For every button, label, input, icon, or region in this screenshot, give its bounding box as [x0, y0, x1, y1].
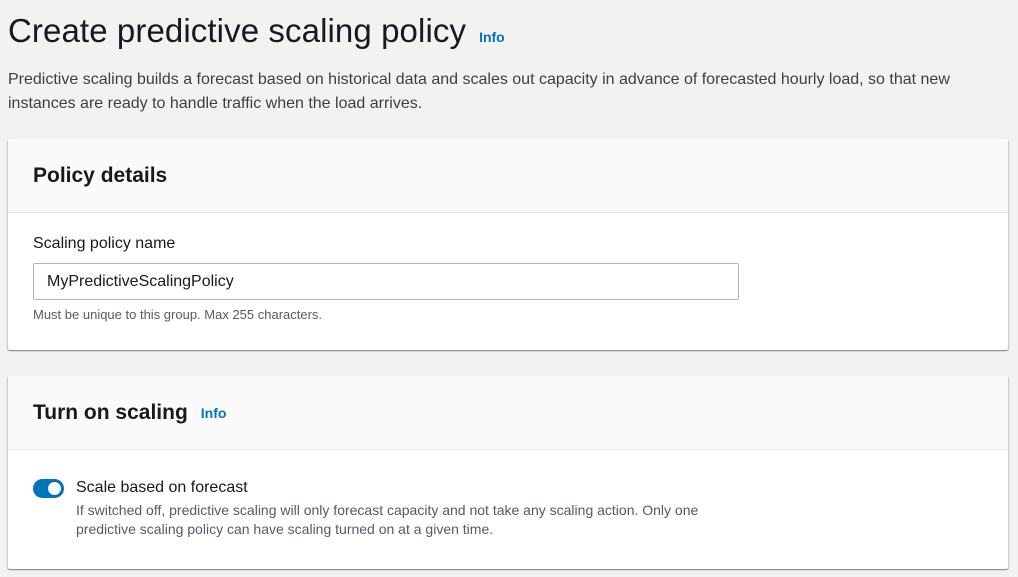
scale-forecast-text: Scale based on forecast If switched off,… [76, 478, 756, 539]
page-info-link[interactable]: Info [479, 29, 505, 45]
scaling-policy-name-hint: Must be unique to this group. Max 255 ch… [33, 307, 323, 322]
turn-on-scaling-info-link[interactable]: Info [201, 405, 227, 421]
scaling-policy-name-label: Scaling policy name [33, 235, 176, 252]
title-row: Create predictive scaling policy Info [8, 8, 1008, 54]
policy-details-panel: Policy details Scaling policy name Must … [8, 139, 1008, 350]
scale-forecast-toggle[interactable] [33, 479, 64, 498]
page-title: Create predictive scaling policy [8, 12, 467, 49]
policy-details-title: Policy details [33, 163, 168, 187]
policy-details-body: Scaling policy name Must be unique to th… [8, 234, 1008, 322]
turn-on-scaling-panel: Turn on scaling Info Scale based on fore… [8, 376, 1008, 569]
page-header: Create predictive scaling policy Info Pr… [8, 8, 1008, 116]
policy-details-header: Policy details [8, 139, 1008, 213]
scale-forecast-description: If switched off, predictive scaling will… [76, 502, 699, 537]
turn-on-scaling-body: Scale based on forecast If switched off,… [8, 478, 1008, 539]
toggle-knob [48, 482, 61, 495]
scaling-policy-name-input[interactable] [33, 263, 739, 300]
page-description: Predictive scaling builds a forecast bas… [8, 71, 950, 112]
scale-forecast-label: Scale based on forecast [76, 479, 248, 496]
turn-on-scaling-header: Turn on scaling Info [8, 376, 1008, 450]
page: Create predictive scaling policy Info Pr… [0, 0, 1018, 577]
scale-forecast-toggle-row: Scale based on forecast If switched off,… [33, 478, 1008, 539]
turn-on-scaling-title: Turn on scaling [33, 400, 188, 424]
